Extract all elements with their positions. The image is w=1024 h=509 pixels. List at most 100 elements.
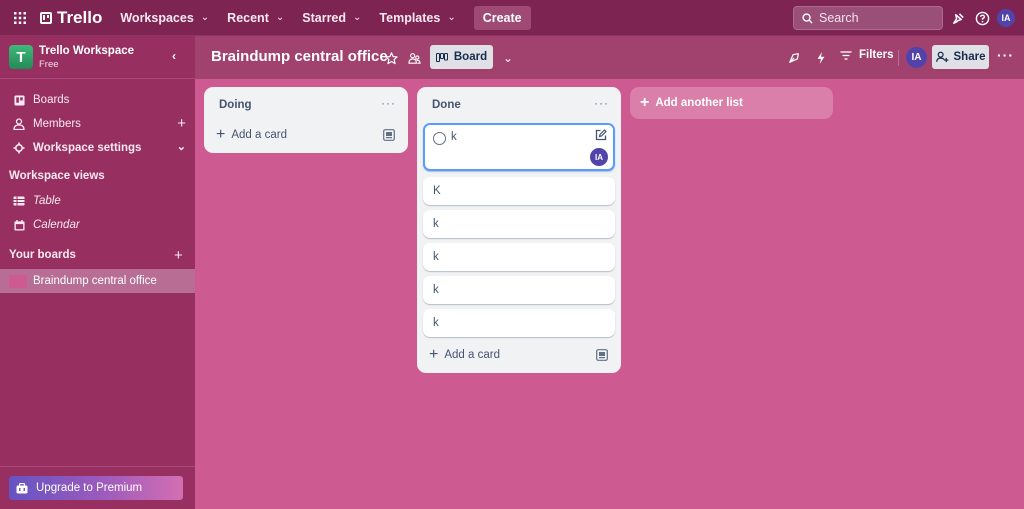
automation-icon[interactable]	[812, 49, 830, 67]
search-box[interactable]	[793, 6, 943, 30]
sidebar-item-calendar[interactable]: Calendar	[0, 213, 195, 237]
nav-workspaces-label: Workspaces	[120, 10, 194, 25]
star-icon[interactable]	[382, 49, 400, 67]
sidebar-item-workspace-settings[interactable]: Workspace settings ⌄	[0, 136, 195, 160]
add-card-button[interactable]: + Add a card	[216, 126, 287, 143]
add-card-label: Add a card	[231, 129, 287, 141]
sidebar-board-item[interactable]: Braindump central office	[0, 269, 195, 293]
list-menu-icon[interactable]: ···	[381, 96, 396, 110]
share-button[interactable]: Share	[932, 45, 989, 69]
plus-icon: +	[429, 346, 439, 363]
search-input[interactable]	[819, 11, 929, 25]
add-board-icon[interactable]: +	[174, 247, 183, 264]
members-icon	[12, 117, 26, 131]
calendar-icon	[12, 218, 26, 232]
card-template-icon[interactable]	[596, 349, 608, 361]
card[interactable]: k IA	[423, 123, 615, 171]
board-view-button[interactable]: Board	[430, 45, 493, 69]
briefcase-icon	[16, 482, 28, 493]
card-title: k	[451, 131, 457, 143]
chevron-left-icon: ‹	[172, 49, 176, 63]
more-options-icon[interactable]: ···	[997, 47, 1014, 63]
user-avatar[interactable]: IA	[997, 9, 1015, 27]
sidebar: T Trello Workspace Free ‹ Boards Members…	[0, 36, 195, 509]
nav-recent-label: Recent	[227, 10, 269, 25]
nav-workspaces[interactable]: Workspaces ⌄	[120, 11, 209, 25]
filter-icon	[840, 50, 852, 60]
nav-starred[interactable]: Starred ⌄	[302, 11, 361, 25]
nav-recent[interactable]: Recent ⌄	[227, 11, 284, 25]
add-card-button[interactable]: + Add a card	[429, 346, 500, 363]
trello-logo[interactable]: Trello	[40, 8, 102, 28]
plus-icon: +	[216, 126, 226, 143]
chevron-down-icon[interactable]: ⌄	[499, 49, 517, 67]
list-done: Done ··· k IA K k k k k + Add a card	[417, 87, 621, 373]
list-title[interactable]: Done	[432, 99, 461, 111]
filters-button[interactable]: Filters	[840, 49, 894, 61]
nav-templates[interactable]: Templates ⌄	[379, 11, 455, 25]
sidebar-item-boards[interactable]: Boards	[0, 88, 195, 112]
sidebar-item-members[interactable]: Members +	[0, 112, 195, 136]
chevron-down-icon: ⌄	[275, 12, 285, 23]
nav-starred-label: Starred	[302, 10, 347, 25]
help-icon[interactable]	[973, 9, 991, 27]
workspace-name[interactable]: Trello Workspace	[39, 45, 134, 57]
sidebar-board-label: Braindump central office	[33, 275, 157, 287]
collapse-sidebar-button[interactable]: ‹	[164, 46, 184, 66]
brand-name: Trello	[57, 7, 103, 27]
chevron-down-icon[interactable]: ⌄	[177, 140, 186, 155]
notifications-icon[interactable]	[949, 9, 967, 27]
board-member-avatar[interactable]: IA	[906, 47, 927, 68]
card[interactable]: K	[423, 177, 615, 205]
list-doing: Doing ··· + Add a card	[204, 87, 408, 153]
workspace-plan: Free	[39, 58, 59, 70]
chevron-down-icon: ⌄	[447, 12, 456, 23]
card-member-avatar[interactable]: IA	[590, 148, 608, 166]
card-title: k	[433, 218, 439, 230]
complete-checkbox[interactable]	[433, 132, 446, 145]
workspace-logo: T	[9, 45, 33, 69]
your-boards-heading: Your boards	[9, 249, 76, 261]
workspace-header: T Trello Workspace Free ‹	[0, 36, 195, 79]
chevron-down-icon: ⌄	[353, 12, 362, 23]
sidebar-item-label: Workspace settings	[33, 142, 142, 154]
card[interactable]: k	[423, 309, 615, 337]
edit-icon[interactable]	[595, 129, 607, 141]
chevron-down-icon: ⌄	[200, 12, 210, 23]
card-template-icon[interactable]	[383, 129, 395, 141]
board-title[interactable]: Braindump central office	[211, 48, 388, 65]
app-switcher-icon[interactable]	[10, 8, 30, 28]
trello-logo-icon	[40, 11, 52, 24]
sidebar-item-label: Boards	[33, 94, 70, 106]
sidebar-item-table[interactable]: Table	[0, 189, 195, 213]
visibility-icon[interactable]	[405, 49, 423, 67]
sidebar-item-label: Table	[33, 195, 61, 207]
divider	[898, 50, 899, 66]
add-list-label: Add another list	[655, 97, 743, 109]
plus-icon: +	[640, 94, 650, 111]
share-label: Share	[953, 51, 986, 63]
card-title: k	[433, 317, 439, 329]
list-menu-icon[interactable]: ···	[594, 96, 609, 110]
divider	[0, 466, 195, 467]
top-nav: Trello Workspaces ⌄ Recent ⌄ Starred ⌄ Temp…	[0, 0, 1024, 36]
card[interactable]: k	[423, 276, 615, 304]
card[interactable]: k	[423, 243, 615, 271]
card-title: k	[433, 284, 439, 296]
search-icon	[802, 12, 813, 24]
boards-icon	[12, 93, 26, 107]
card[interactable]: k	[423, 210, 615, 238]
list-title[interactable]: Doing	[219, 99, 252, 111]
add-list-button[interactable]: + Add another list	[630, 87, 833, 119]
nav-templates-label: Templates	[379, 10, 441, 25]
sidebar-item-label: Members	[33, 118, 81, 130]
upgrade-button[interactable]: Upgrade to Premium	[9, 476, 183, 500]
gear-icon	[12, 141, 26, 155]
create-button[interactable]: Create	[473, 5, 531, 30]
card-title: k	[433, 251, 439, 263]
power-ups-icon[interactable]	[785, 49, 803, 67]
workspace-views-heading: Workspace views	[9, 170, 105, 182]
add-member-icon[interactable]: +	[177, 116, 186, 131]
board-color-swatch	[9, 274, 27, 288]
add-person-icon	[935, 51, 948, 63]
